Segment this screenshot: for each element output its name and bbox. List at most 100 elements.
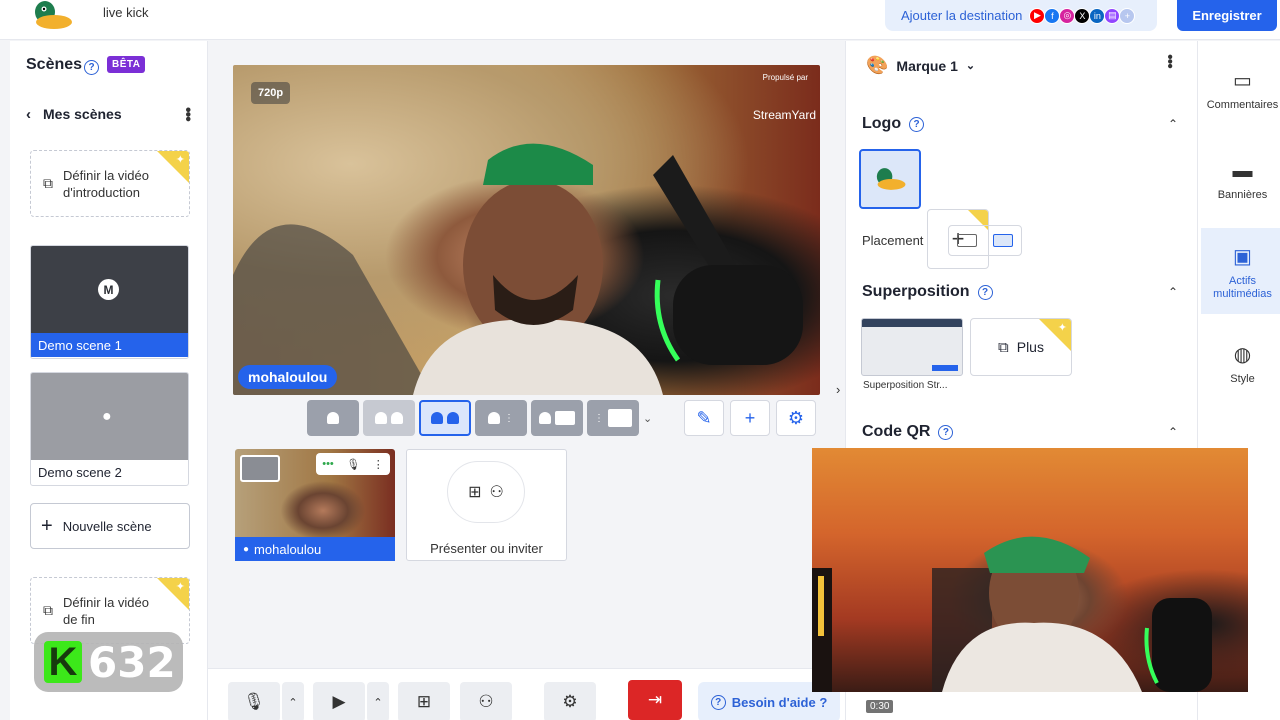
- collapse-logo-chevron-icon[interactable]: ⌃: [1168, 117, 1178, 131]
- scenes-help-icon[interactable]: ?: [84, 57, 99, 75]
- scenes-more-icon[interactable]: •••: [178, 107, 196, 121]
- scene-card-2[interactable]: ● Demo scene 2: [30, 372, 189, 486]
- logo-help-icon[interactable]: ?: [909, 116, 925, 132]
- rail-banners[interactable]: ▬ Bannières: [1201, 160, 1280, 210]
- overlay-title: Superposition: [862, 283, 970, 300]
- record-button[interactable]: Enregistrer: [1177, 0, 1277, 31]
- streamyard-logo-icon[interactable]: [30, 0, 74, 30]
- more-destinations-icon: +: [1119, 7, 1136, 24]
- microphone-toggle-icon[interactable]: 🎙: [228, 682, 280, 720]
- overlay-label: Superposition Str...: [863, 380, 948, 391]
- more-overlays-button[interactable]: ⧉ Plus: [970, 318, 1072, 376]
- layout-group-button[interactable]: [419, 400, 471, 436]
- camera-more-icon[interactable]: ⋮: [373, 458, 384, 471]
- audio-level-icon: •••: [322, 458, 334, 470]
- rail-style-label: Style: [1230, 373, 1255, 385]
- add-person-icon: ⚇: [489, 484, 504, 501]
- instagram-icon: ◎: [1059, 7, 1076, 24]
- overlay-help-icon[interactable]: ?: [977, 284, 993, 300]
- layout-settings-gear-icon[interactable]: ⚙: [776, 400, 816, 436]
- camera-options-chevron-icon[interactable]: ⌃: [367, 682, 389, 720]
- invite-guest-icon[interactable]: ⚇: [460, 682, 512, 720]
- placement-left-icon[interactable]: [957, 234, 977, 247]
- qr-title: Code QR: [862, 423, 931, 440]
- beta-badge: BÊTA: [107, 56, 146, 73]
- layout-solo-button[interactable]: [307, 400, 359, 436]
- screen-share-icon: ⊞: [468, 484, 482, 501]
- premium-star-icon: [1039, 319, 1071, 351]
- present-invite-card[interactable]: ⊞ ⚇ Présenter ou inviter: [406, 449, 567, 561]
- destination-icons: ▶ f ◎ X in ▤ +: [1029, 7, 1136, 24]
- layout-toolbar: ⋮ ⋮ ⌄: [307, 400, 652, 436]
- layout-sidebar-button[interactable]: ⋮: [587, 400, 639, 436]
- end-video-label: Définir la vidéo de fin: [63, 594, 149, 627]
- youtube-icon: ▶: [1029, 7, 1046, 24]
- stream-title[interactable]: live kick: [103, 5, 149, 20]
- scene-label: Demo scene 1: [31, 333, 188, 357]
- rail-style[interactable]: ◍ Style: [1201, 342, 1280, 392]
- rail-comments-label: Commentaires: [1206, 99, 1279, 111]
- brand-name: Marque 1: [896, 57, 958, 74]
- rail-media-assets[interactable]: ▣ Actifs multimédias: [1201, 228, 1280, 314]
- banner-icon: ▬: [1232, 160, 1253, 182]
- microphone-icon[interactable]: 🎙: [346, 458, 360, 471]
- participant-name-tag: mohaloulou: [238, 365, 338, 389]
- camera-toggle-icon[interactable]: ▶: [313, 682, 365, 720]
- overlay-accent: [932, 365, 958, 371]
- mic-options-chevron-icon[interactable]: ⌃: [282, 682, 304, 720]
- overlay-thumbnail[interactable]: [861, 318, 963, 376]
- qr-section-header[interactable]: Code QR ?: [862, 423, 954, 441]
- settings-gear-icon[interactable]: ⚙: [544, 682, 596, 720]
- new-scene-label: Nouvelle scène: [62, 518, 152, 534]
- person-icon: ●: [102, 408, 112, 425]
- add-layout-button[interactable]: +: [730, 400, 770, 436]
- layout-thin-button[interactable]: [363, 400, 415, 436]
- x-icon: X: [1074, 7, 1091, 24]
- scene-label: Demo scene 2: [38, 464, 122, 480]
- leave-studio-icon[interactable]: ⇥: [628, 680, 682, 720]
- brand-selector[interactable]: 🎨 Marque 1 ⌄: [866, 55, 975, 76]
- add-destination-button[interactable]: Ajouter la destination ▶ f ◎ X in ▤ +: [885, 0, 1157, 31]
- screen-share-icon[interactable]: ⊞: [398, 682, 450, 720]
- webcam-timer: 0:30: [866, 700, 894, 713]
- logo-thumbnail-selected[interactable]: [859, 149, 921, 209]
- stage-video: [233, 65, 820, 395]
- intro-video-card[interactable]: ⧉ Définir la vidéo d'introduction: [30, 150, 190, 217]
- rail-banners-label: Bannières: [1217, 189, 1268, 201]
- help-label: Besoin d'aide ?: [731, 694, 828, 710]
- brand-more-icon[interactable]: •••: [1160, 54, 1178, 68]
- overlay-section-header[interactable]: Superposition ?: [862, 283, 993, 301]
- layout-leader-button[interactable]: ⋮: [475, 400, 527, 436]
- duck-logo-icon: [876, 168, 906, 190]
- scene-card-1[interactable]: M Demo scene 1: [30, 245, 189, 359]
- rail-media-label: Actifs multimédias: [1213, 275, 1272, 300]
- rail-comments[interactable]: ▭ Commentaires: [1201, 68, 1280, 118]
- add-to-stage-icon[interactable]: [240, 455, 280, 482]
- collapse-right-chevron-icon[interactable]: ›: [836, 382, 840, 397]
- layout-screen-button[interactable]: [531, 400, 583, 436]
- edit-pencil-icon[interactable]: ✎: [684, 400, 724, 436]
- present-invite-icons: ⊞ ⚇: [447, 461, 525, 523]
- resolution-badge: 720p: [251, 82, 291, 104]
- avatar: M: [98, 279, 119, 300]
- overlay-banner: [862, 319, 962, 327]
- logo-section-header[interactable]: Logo ?: [862, 115, 925, 133]
- collapse-qr-chevron-icon[interactable]: ⌃: [1168, 425, 1178, 439]
- present-invite-label: Présenter ou inviter: [430, 541, 543, 556]
- scene-thumbnail: ●: [31, 373, 188, 460]
- camera-controls: ••• 🎙 ⋮: [316, 453, 390, 475]
- placement-right-icon[interactable]: [993, 234, 1013, 247]
- collapse-overlay-chevron-icon[interactable]: ⌃: [1168, 285, 1178, 299]
- new-scene-button[interactable]: + Nouvelle scène: [30, 503, 190, 549]
- back-chevron-icon[interactable]: ‹: [26, 106, 31, 123]
- my-scenes-header: ‹ Mes scènes •••: [26, 104, 196, 124]
- guest-camera-label: ● mohaloulou: [235, 537, 395, 561]
- guest-camera-name: mohaloulou: [254, 541, 322, 557]
- layout-more-chevron-icon[interactable]: ⌄: [643, 400, 652, 436]
- kick-viewer-badge: K 632: [34, 632, 183, 692]
- qr-help-icon[interactable]: ?: [938, 424, 954, 440]
- placement-label: Placement: [862, 233, 924, 248]
- facebook-icon: f: [1044, 7, 1061, 24]
- help-icon: ?: [710, 694, 726, 710]
- video-icon: ⧉: [43, 602, 53, 618]
